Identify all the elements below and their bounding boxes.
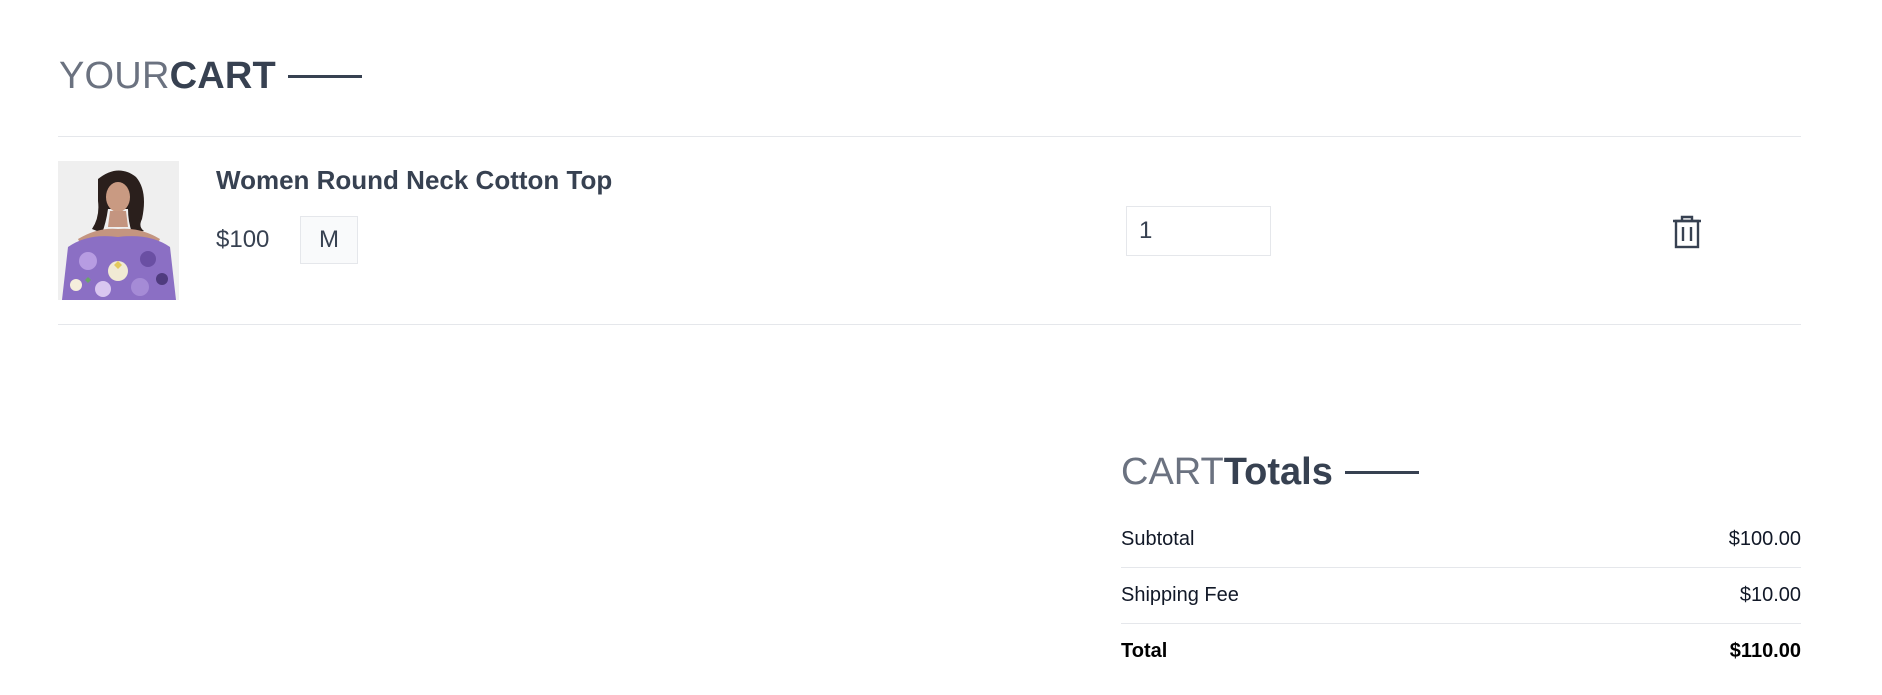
- title-underline-decoration: [1344, 470, 1419, 474]
- cart-row-bottom-divider: [58, 324, 1801, 325]
- trash-icon: [1673, 215, 1701, 249]
- size-badge: M: [300, 216, 358, 264]
- product-price: $100: [216, 226, 270, 253]
- cart-title-main: CART: [169, 54, 276, 97]
- title-underline-decoration: [287, 74, 362, 78]
- cart-title-prefix: YOUR: [59, 54, 170, 97]
- cart-row-top-divider: [58, 136, 1801, 137]
- cart-totals-title: CART Totals: [1121, 448, 1419, 496]
- total-value: $110.00: [1729, 640, 1801, 662]
- total-row: Total $110.00: [1121, 640, 1801, 663]
- cart-title: YOUR CART: [59, 52, 362, 100]
- cart-page: YOUR CART Women Round Neck Cotton Top $1…: [0, 0, 1882, 695]
- total-label: Total: [1121, 640, 1168, 662]
- shipping-label: Shipping Fee: [1121, 584, 1239, 606]
- delete-item-button[interactable]: [1670, 213, 1704, 249]
- subtotal-row: Subtotal $100.00: [1121, 528, 1801, 551]
- quantity-input[interactable]: [1126, 206, 1271, 256]
- subtotal-label: Subtotal: [1121, 528, 1195, 550]
- totals-title-prefix: CART: [1121, 450, 1224, 493]
- subtotal-value: $100.00: [1728, 528, 1801, 550]
- product-name[interactable]: Women Round Neck Cotton Top: [216, 165, 612, 196]
- product-photo-icon: [58, 161, 179, 300]
- product-image: [58, 161, 179, 300]
- totals-title-main: Totals: [1223, 450, 1333, 493]
- shipping-value: $10.00: [1739, 584, 1801, 606]
- shipping-row: Shipping Fee $10.00: [1121, 584, 1801, 607]
- totals-divider: [1121, 567, 1801, 568]
- totals-divider: [1121, 623, 1801, 624]
